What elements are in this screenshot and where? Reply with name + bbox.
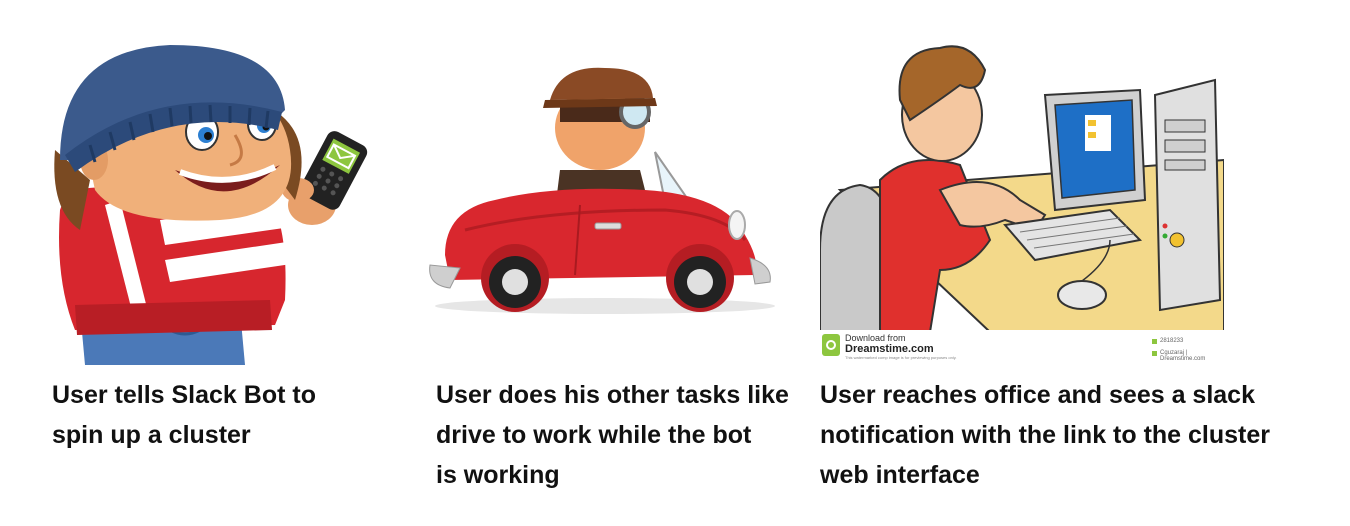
caption-panel-2: User does his other tasks like drive to … (436, 375, 789, 495)
credit-square-icon (1152, 351, 1157, 356)
caption-line: User reaches office and sees a slack (820, 381, 1255, 409)
boy-with-phone-illustration (54, 45, 368, 365)
id-square-icon (1152, 339, 1157, 344)
driving-car-illustration (429, 67, 775, 314)
caption-line: is working (436, 461, 560, 489)
stock-watermark-bar: Download from Dreamstime.com This waterm… (820, 330, 1224, 362)
caption-line: User does his other tasks like (436, 381, 789, 409)
caption-panel-1: User tells Slack Bot to spin up a cluste… (52, 375, 316, 455)
dreamstime-logo-icon (822, 334, 840, 356)
watermark-brand: Dreamstime.com (845, 343, 934, 355)
caption-panel-3: User reaches office and sees a slack not… (820, 375, 1270, 495)
office-computer-illustration (820, 45, 1224, 332)
caption-line: User tells Slack Bot to (52, 381, 316, 409)
watermark-credit: Cguzaraj | Dreamstime.com (1160, 350, 1206, 362)
watermark-line: Download from (845, 333, 906, 343)
caption-line: spin up a cluster (52, 421, 251, 449)
caption-line: web interface (820, 461, 980, 489)
caption-line: drive to work while the bot (436, 421, 752, 449)
watermark-id: 2818233 (1160, 338, 1184, 344)
watermark-note: This watermarked comp image is for previ… (845, 355, 957, 360)
caption-line: notification with the link to the cluste… (820, 421, 1271, 449)
